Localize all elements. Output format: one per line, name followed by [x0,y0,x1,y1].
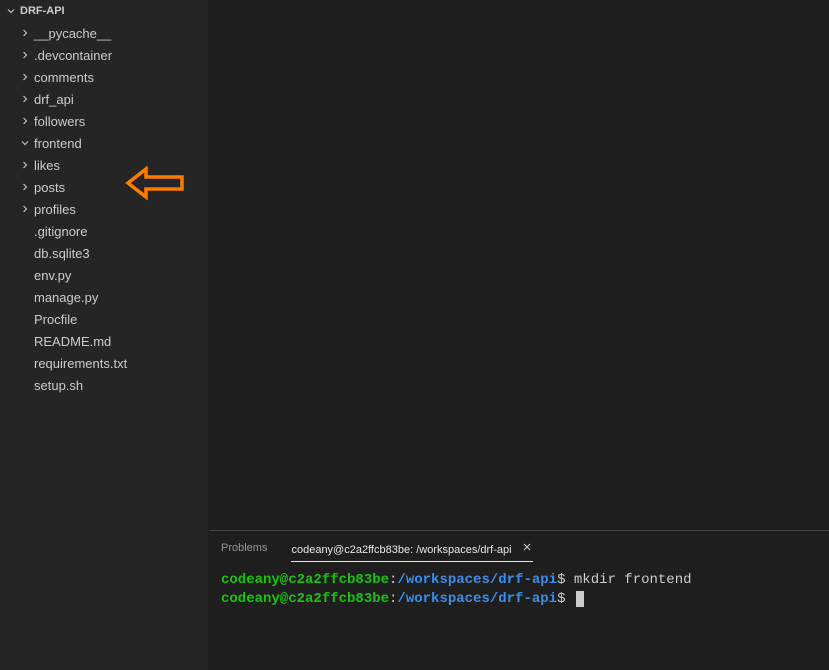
tab-problems-label: Problems [221,542,267,554]
chevron-right-icon [18,92,32,106]
tree-item-label: drf_api [34,92,74,107]
tree-item-label: followers [34,114,85,129]
folder---pycache--[interactable]: __pycache__ [0,22,208,44]
terminal-path: /workspaces/drf-api [397,591,557,607]
chevron-right-icon [18,158,32,172]
terminal[interactable]: codeany@c2a2ffcb83be:/workspaces/drf-api… [209,565,829,670]
explorer-root[interactable]: DRF-API [0,0,208,22]
terminal-line: codeany@c2a2ffcb83be:/workspaces/drf-api… [221,590,817,609]
file-manage-py[interactable]: manage.py [0,286,208,308]
editor-area [209,0,829,530]
tree-item-label: Procfile [34,312,77,327]
folder-profiles[interactable]: profiles [0,198,208,220]
chevron-down-icon [18,136,32,150]
terminal-command: mkdir frontend [565,572,691,588]
tree-item-label: posts [34,180,65,195]
folder-drf-api[interactable]: drf_api [0,88,208,110]
chevron-right-icon [18,114,32,128]
terminal-user: codeany@c2a2ffcb83be [221,591,389,607]
tree-item-label: comments [34,70,94,85]
folder-posts[interactable]: posts [0,176,208,198]
terminal-line: codeany@c2a2ffcb83be:/workspaces/drf-api… [221,571,817,590]
terminal-cursor [576,591,584,607]
tree-item-label: requirements.txt [34,356,127,371]
file-tree: __pycache__ .devcontainer comments drf_apif… [0,22,208,396]
tree-item-label: .gitignore [34,224,87,239]
file-setup-sh[interactable]: setup.sh [0,374,208,396]
close-icon[interactable] [521,544,533,556]
tree-item-label: profiles [34,202,76,217]
tab-terminal[interactable]: codeany@c2a2ffcb83be: /workspaces/drf-ap… [291,535,532,562]
bottom-panel: Problems codeany@c2a2ffcb83be: /workspac… [209,530,829,670]
chevron-right-icon [18,70,32,84]
chevron-right-icon [18,48,32,62]
tree-item-label: README.md [34,334,111,349]
chevron-right-icon [18,26,32,40]
chevron-down-icon [4,4,18,18]
tree-item-label: .devcontainer [34,48,112,63]
panel-tabs: Problems codeany@c2a2ffcb83be: /workspac… [209,531,829,565]
file-requirements-txt[interactable]: requirements.txt [0,352,208,374]
tree-item-label: __pycache__ [34,26,111,41]
terminal-path: /workspaces/drf-api [397,572,557,588]
folder-likes[interactable]: likes [0,154,208,176]
main-area: Problems codeany@c2a2ffcb83be: /workspac… [209,0,829,670]
folder-followers[interactable]: followers [0,110,208,132]
tab-terminal-label: codeany@c2a2ffcb83be: /workspaces/drf-ap… [291,544,511,556]
file-procfile[interactable]: Procfile [0,308,208,330]
root-label: DRF-API [20,5,65,17]
tree-item-label: manage.py [34,290,98,305]
file-db-sqlite3[interactable]: db.sqlite3 [0,242,208,264]
terminal-user: codeany@c2a2ffcb83be [221,572,389,588]
file-readme-md[interactable]: README.md [0,330,208,352]
folder-frontend[interactable]: frontend [0,132,208,154]
file-env-py[interactable]: env.py [0,264,208,286]
tree-item-label: env.py [34,268,71,283]
terminal-command [565,591,573,607]
tree-item-label: frontend [34,136,82,151]
chevron-right-icon [18,202,32,216]
folder-comments[interactable]: comments [0,66,208,88]
tab-problems[interactable]: Problems [221,536,267,560]
folder--devcontainer[interactable]: .devcontainer [0,44,208,66]
file--gitignore[interactable]: .gitignore [0,220,208,242]
file-explorer: DRF-API __pycache__ .devcontainer comments… [0,0,209,670]
tree-item-label: likes [34,158,60,173]
tree-item-label: db.sqlite3 [34,246,90,261]
tree-item-label: setup.sh [34,378,83,393]
chevron-right-icon [18,180,32,194]
